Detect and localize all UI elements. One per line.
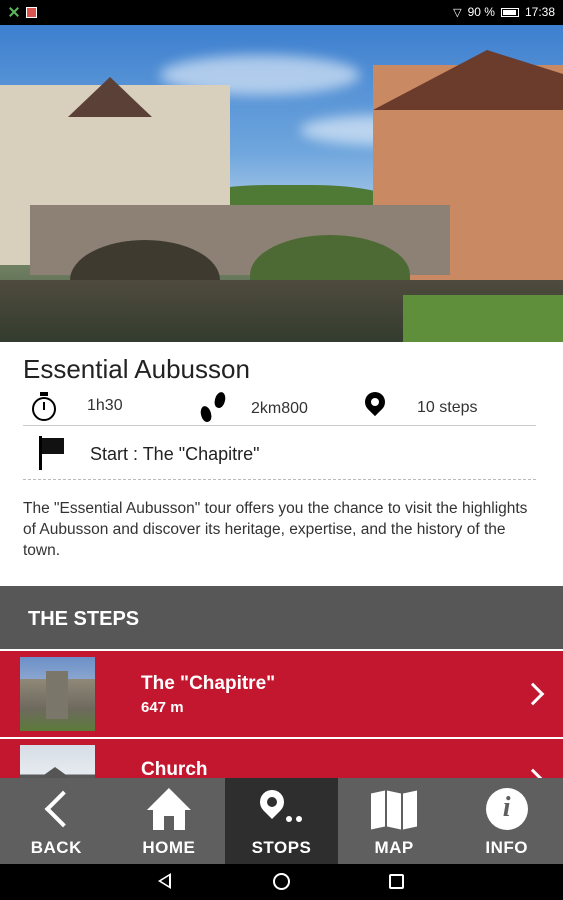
step-thumbnail [20, 657, 95, 731]
battery-percent: 90 % [467, 5, 495, 19]
tour-hero-image [0, 25, 563, 342]
steps-section-header: THE STEPS [0, 586, 563, 649]
nav-map[interactable]: MAP [338, 778, 451, 864]
system-back-icon[interactable] [158, 873, 171, 889]
location-pin-icon [360, 387, 390, 424]
nav-home[interactable]: HOME [113, 778, 226, 864]
info-icon: i [485, 788, 528, 830]
step-name: The "Chapitre" [141, 673, 276, 694]
step-distance: 647 m [141, 699, 184, 716]
system-home-icon[interactable] [273, 873, 290, 890]
tour-description: The "Essential Aubusson" tour offers you… [23, 500, 528, 559]
nav-stops[interactable]: STOPS [225, 778, 338, 864]
steps-count-item: 10 steps [360, 387, 478, 424]
duration-item: 1h30 [31, 392, 123, 421]
system-recents-icon[interactable] [389, 874, 404, 889]
system-navigation-bar [0, 864, 563, 900]
battery-icon [500, 7, 519, 17]
image-notification-icon [26, 6, 37, 18]
app-notification-icon [8, 6, 20, 18]
step-item-chapitre[interactable]: The "Chapitre" 647 m [0, 651, 563, 737]
stops-icon [255, 785, 306, 832]
nav-label: INFO [485, 838, 528, 857]
tour-info: Essential Aubusson 1h30 2km800 10 steps … [0, 342, 563, 586]
flag-icon [37, 436, 67, 472]
tour-title: Essential Aubusson [23, 354, 250, 384]
footsteps-icon [197, 390, 231, 426]
distance-item: 2km800 [197, 390, 308, 426]
nav-label: HOME [142, 838, 196, 857]
nav-info[interactable]: i INFO [450, 778, 563, 864]
map-icon [371, 788, 418, 832]
start-point-text: Start : The "Chapitre" [90, 444, 260, 464]
status-notifications [8, 6, 37, 18]
nav-back[interactable]: BACK [0, 778, 113, 864]
chevron-right-icon [521, 682, 545, 706]
start-point: Start : The "Chapitre" [23, 430, 536, 480]
steps-count-value: 10 steps [417, 399, 478, 416]
stopwatch-icon [31, 392, 57, 421]
nav-label: MAP [374, 838, 414, 857]
steps-section-title: THE STEPS [28, 608, 140, 630]
distance-value: 2km800 [251, 400, 308, 417]
status-indicators: ▽ 90 % 17:38 [453, 5, 555, 19]
bottom-navigation: BACK HOME STOPS MAP i INFO [0, 778, 563, 864]
nav-label: STOPS [251, 838, 312, 857]
back-arrow-icon [41, 788, 71, 832]
home-icon [146, 788, 191, 832]
clock: 17:38 [524, 5, 555, 19]
tour-meta: 1h30 2km800 10 steps [23, 387, 536, 426]
status-bar: ▽ 90 % 17:38 [0, 0, 563, 25]
nav-label: BACK [30, 838, 82, 857]
wifi-icon: ▽ [453, 6, 462, 19]
duration-value: 1h30 [87, 397, 123, 414]
